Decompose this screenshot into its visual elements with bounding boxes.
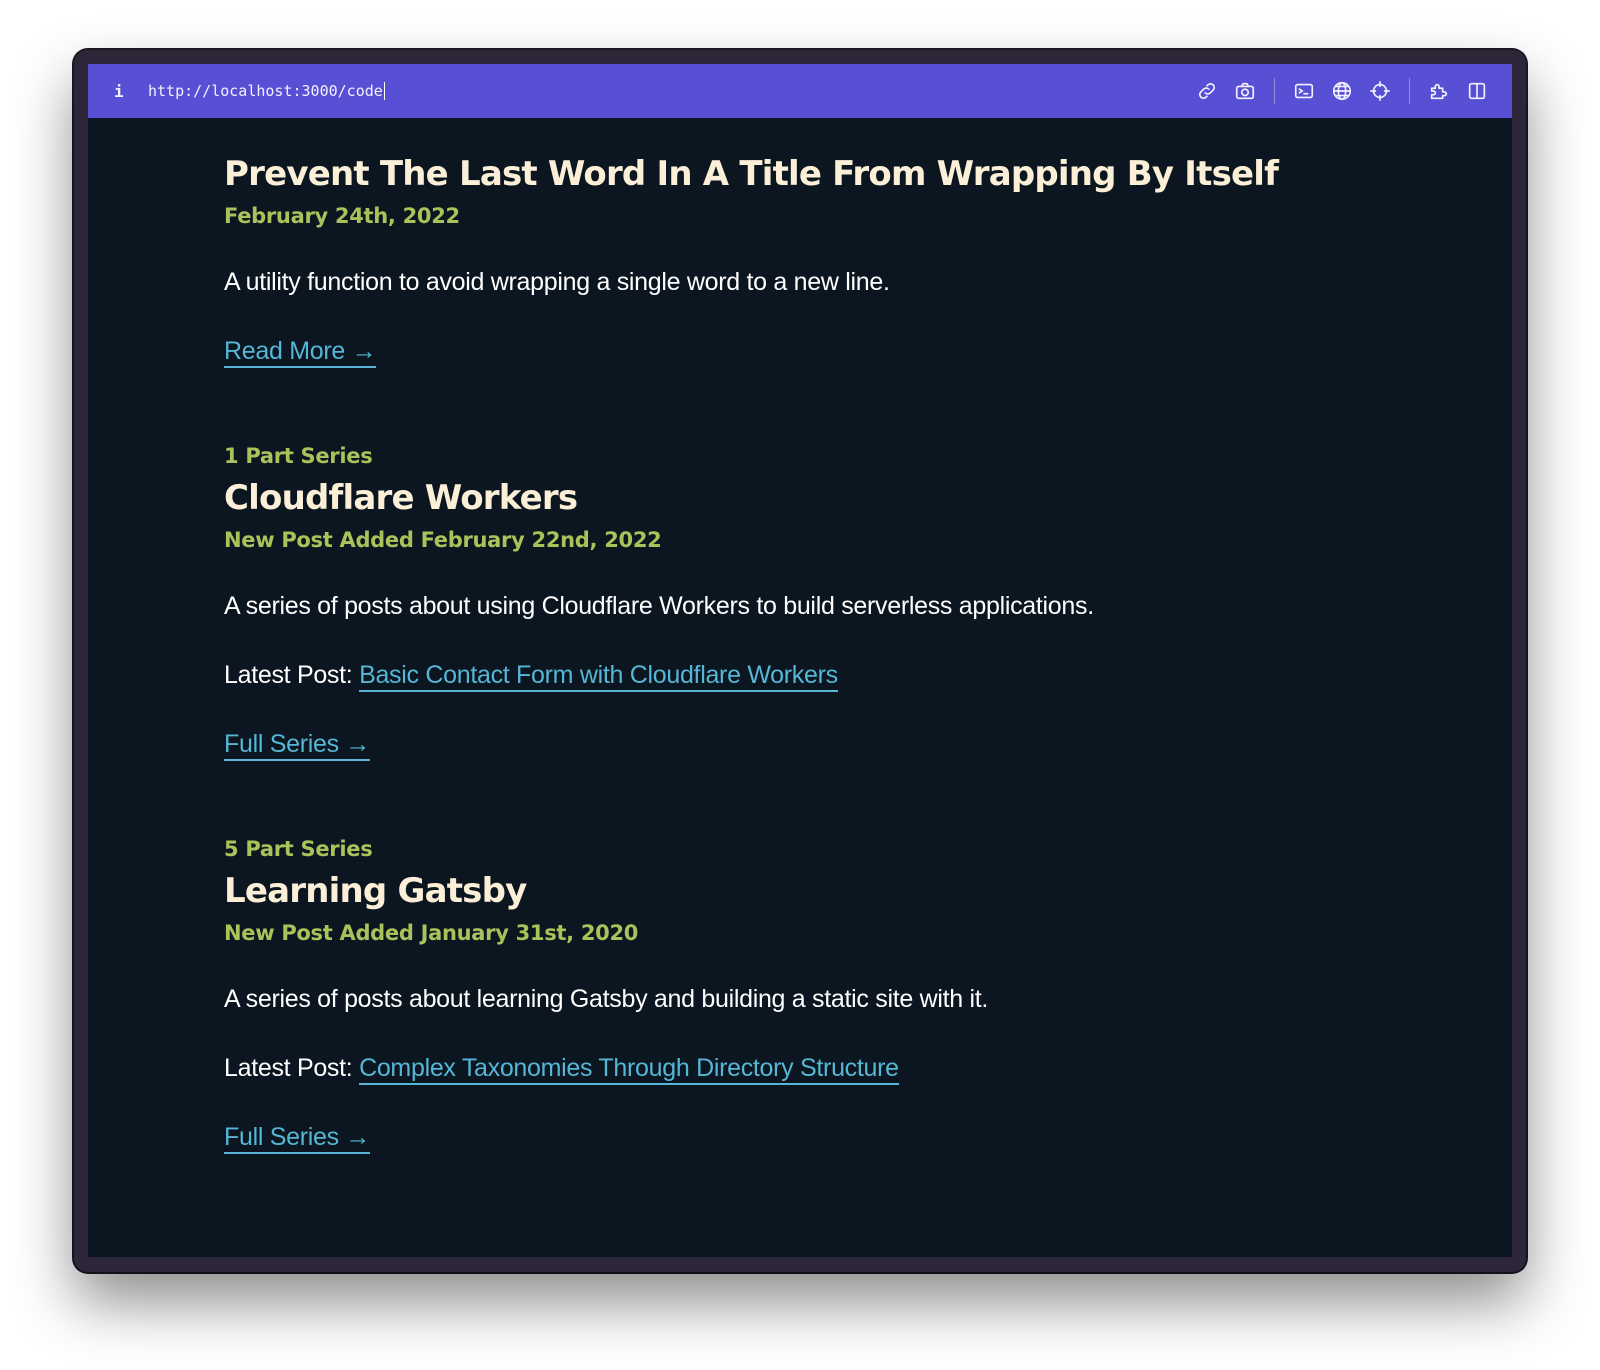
post-title: Prevent The Last Word In A Title From Wr… <box>224 154 1279 194</box>
info-icon[interactable]: i <box>114 82 134 101</box>
latest-post-label: Latest Post: <box>224 1054 353 1082</box>
post-date: February 24th, 2022 <box>224 204 460 228</box>
text-caret <box>383 82 385 100</box>
crosshair-icon[interactable] <box>1361 74 1399 108</box>
full-series-link[interactable]: Full Series → <box>224 730 370 761</box>
series-entry: 1 Part Series Cloudflare Workers New Pos… <box>224 444 1118 761</box>
latest-post-link[interactable]: Complex Taxonomies Through Directory Str… <box>359 1054 899 1085</box>
latest-post: Latest Post: Complex Taxonomies Through … <box>224 1054 1118 1085</box>
full-series-link[interactable]: Full Series → <box>224 1123 370 1154</box>
series-description: A series of posts about using Cloudflare… <box>224 592 1094 620</box>
browser-window: i http://localhost:3000/code Prevent The… <box>74 50 1526 1272</box>
full-series-paragraph: Full Series → <box>224 1123 1118 1154</box>
latest-post-link[interactable]: Basic Contact Form with Cloudflare Worke… <box>359 661 838 692</box>
full-series-paragraph: Full Series → <box>224 730 1118 761</box>
split-view-icon[interactable] <box>1458 74 1496 108</box>
series-title: Learning Gatsby <box>224 871 527 911</box>
page-content: Prevent The Last Word In A Title From Wr… <box>88 118 1279 1154</box>
extension-icon[interactable] <box>1420 74 1458 108</box>
latest-post-label: Latest Post: <box>224 661 353 689</box>
toolbar-divider <box>1409 78 1410 104</box>
series-count: 5 Part Series <box>224 837 373 861</box>
globe-icon[interactable] <box>1323 74 1361 108</box>
camera-icon[interactable] <box>1226 74 1264 108</box>
series-date: New Post Added February 22nd, 2022 <box>224 528 662 552</box>
series-description: A series of posts about learning Gatsby … <box>224 985 989 1013</box>
terminal-icon[interactable] <box>1285 74 1323 108</box>
read-more-link[interactable]: Read More → <box>224 337 377 368</box>
post-description: A utility function to avoid wrapping a s… <box>224 268 890 296</box>
toolbar <box>1188 74 1496 108</box>
series-count: 1 Part Series <box>224 444 373 468</box>
read-more-paragraph: Read More → <box>224 337 1118 368</box>
url-input[interactable]: http://localhost:3000/code <box>148 82 385 100</box>
series-title: Cloudflare Workers <box>224 478 578 518</box>
series-entry: 5 Part Series Learning Gatsby New Post A… <box>224 837 1118 1154</box>
post-entry: Prevent The Last Word In A Title From Wr… <box>224 154 1279 368</box>
series-date: New Post Added January 31st, 2020 <box>224 921 639 945</box>
toolbar-divider <box>1274 78 1275 104</box>
latest-post: Latest Post: Basic Contact Form with Clo… <box>224 661 1118 692</box>
link-icon[interactable] <box>1188 74 1226 108</box>
browser-viewport: i http://localhost:3000/code Prevent The… <box>88 64 1512 1257</box>
url-text: http://localhost:3000/code <box>148 82 383 100</box>
address-bar: i http://localhost:3000/code <box>88 64 1512 118</box>
